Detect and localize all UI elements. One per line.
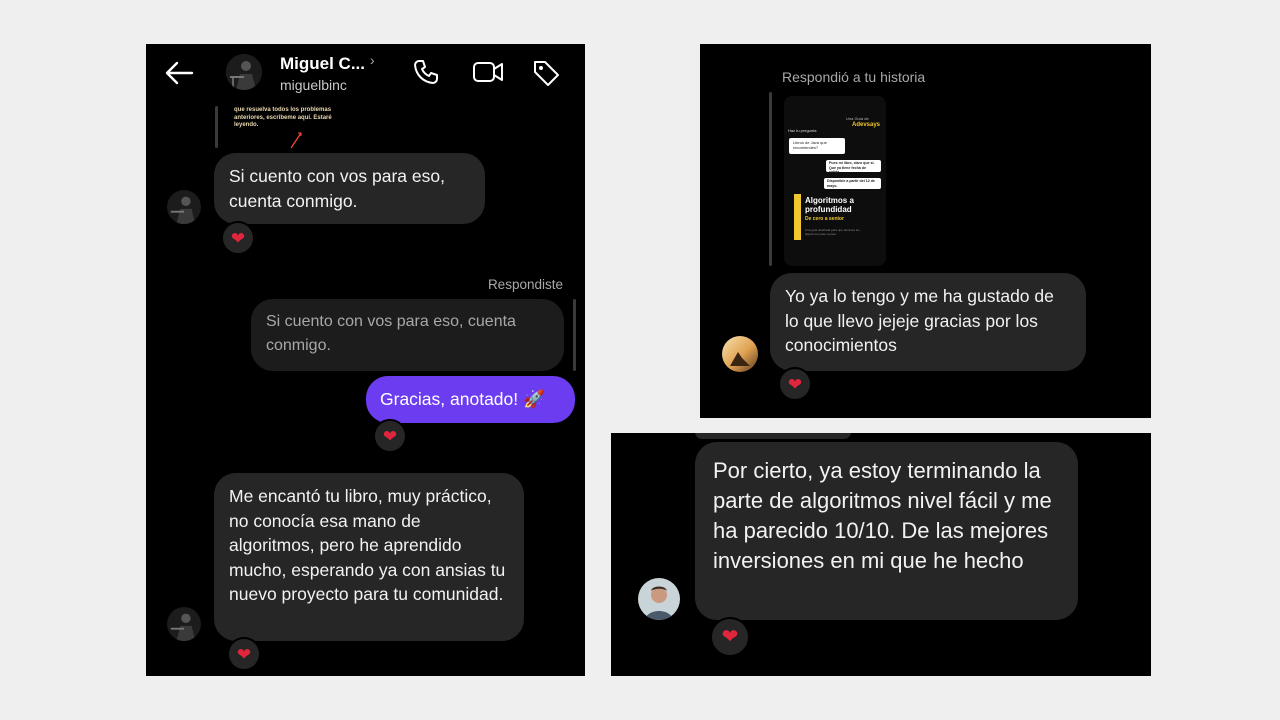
avatar[interactable] — [638, 578, 680, 620]
message-bubble[interactable]: Me encantó tu libro, muy práctico, no co… — [214, 473, 524, 641]
story-reply-label: Respondió a tu historia — [782, 69, 926, 85]
chevron-right-icon[interactable]: › — [370, 52, 375, 68]
story-question-box: Libros de Java que recomiendes? — [789, 138, 845, 154]
story-reply-box: Disponible a partir del 12 de mayo. — [824, 178, 881, 189]
heart-reaction-icon[interactable]: ❤ — [373, 419, 407, 453]
avatar[interactable] — [226, 54, 262, 90]
pointer-arrow-icon — [289, 130, 305, 155]
back-arrow-icon[interactable] — [164, 60, 194, 91]
story-thumbnail[interactable]: Una Guía de Adevsays Haz tu pregunta Lib… — [784, 96, 886, 266]
chat-screenshot-1: Miguel C... › miguelbinc que resuelva to… — [146, 44, 585, 676]
tag-icon[interactable] — [531, 58, 561, 93]
reply-bar — [573, 299, 576, 371]
heart-reaction-icon[interactable]: ❤ — [227, 637, 261, 671]
heart-reaction-icon[interactable]: ❤ — [778, 367, 812, 401]
story-brand: Adevsays — [852, 122, 881, 128]
reply-bar — [215, 106, 218, 148]
story-reply-box: Pues mi libro, claro que sí. Que ya tien… — [826, 160, 881, 174]
avatar[interactable] — [167, 607, 201, 641]
heart-reaction-icon[interactable]: ❤ — [221, 221, 255, 255]
phone-icon[interactable] — [412, 58, 440, 91]
reply-bar — [769, 92, 772, 266]
story-accent-bar — [794, 194, 801, 240]
message-bubble[interactable]: Yo ya lo tengo y me ha gustado de lo que… — [770, 273, 1086, 371]
contact-name[interactable]: Miguel C... — [280, 54, 365, 74]
story-brand-small: Una Guía de — [846, 116, 869, 121]
avatar[interactable] — [167, 190, 201, 224]
story-footer: Una guía diseñada para que domines los a… — [805, 228, 860, 236]
story-subtitle: De cero a senior — [805, 216, 844, 222]
story-title: Algoritmos a profundidad — [805, 196, 854, 214]
message-bubble[interactable]: Por cierto, ya estoy terminando la parte… — [695, 442, 1078, 620]
sent-message-bubble[interactable]: Gracias, anotado! 🚀 — [366, 376, 575, 423]
contact-username: miguelbinc — [280, 77, 347, 93]
chat-screenshot-2: Respondió a tu historia Una Guía de Adev… — [700, 44, 1151, 418]
heart-reaction-icon[interactable]: ❤ — [710, 617, 750, 657]
video-camera-icon[interactable] — [472, 59, 504, 90]
previous-message-edge — [695, 433, 851, 439]
story-snippet-text: que resuelva todos los problemas anterio… — [234, 107, 332, 128]
message-bubble[interactable]: Si cuento con vos para eso, cuenta conmi… — [214, 153, 485, 224]
quoted-message[interactable]: Si cuento con vos para eso, cuenta conmi… — [251, 299, 564, 371]
chat-screenshot-3: Por cierto, ya estoy terminando la parte… — [611, 433, 1151, 676]
reply-label: Respondiste — [487, 277, 563, 292]
avatar[interactable] — [722, 336, 758, 372]
story-question-label: Haz tu pregunta — [788, 128, 817, 133]
